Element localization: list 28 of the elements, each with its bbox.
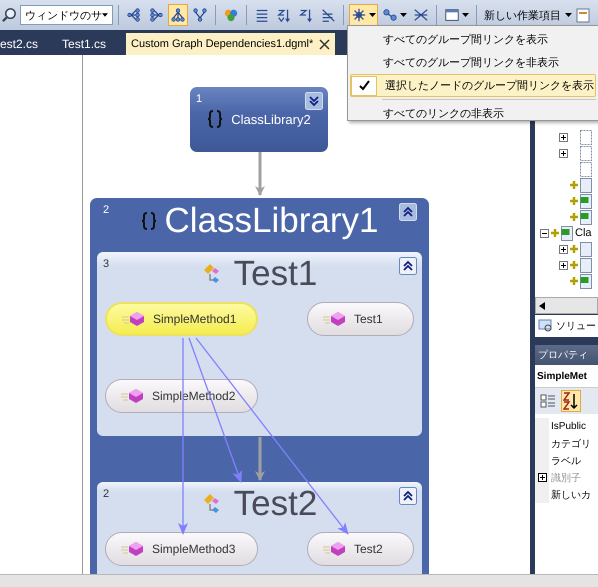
new-work-item-button[interactable]: 新しい作業項目 xyxy=(482,8,574,22)
menu-item[interactable]: すべてのグループ間リンクを非表示 xyxy=(350,51,596,74)
menu-item[interactable]: すべてのリンクの非表示 xyxy=(350,102,596,125)
class-library-node[interactable]: 1 ClassLibrary2 xyxy=(190,87,328,152)
zoom-combo[interactable]: ウィンドウのサ xyxy=(20,5,113,25)
tree-item[interactable]: Cla xyxy=(575,227,592,239)
document-tab[interactable]: est2.cs xyxy=(0,33,42,55)
node-number: 1 xyxy=(196,93,202,105)
object-selector[interactable]: SimpleMet xyxy=(535,365,598,388)
panel-title: プロパティ xyxy=(538,348,588,362)
group-number: 3 xyxy=(103,258,110,270)
menu-item[interactable]: すべてのグループ間リンクを表示 xyxy=(350,28,596,51)
group-number: 2 xyxy=(103,204,110,216)
property-name[interactable]: ラベル xyxy=(551,454,581,468)
class-group[interactable]: 2 Test2 SimpleMethod3 Test2 xyxy=(97,482,422,574)
group-title: Test1 xyxy=(234,254,318,294)
group-title: ClassLibrary1 xyxy=(164,201,378,241)
group-title: Test2 xyxy=(234,484,318,524)
document-tab[interactable]: Custom Graph Dependencies1.dgml* xyxy=(126,33,336,55)
document-tab[interactable]: Test1.cs xyxy=(58,33,110,55)
menu-item[interactable]: 選択したノードのグループ間リンクを表示 xyxy=(350,74,596,97)
solution-explorer-tab[interactable]: ソリュー xyxy=(535,315,598,337)
method-node[interactable]: Test1 xyxy=(307,302,414,336)
node-label: ClassLibrary2 xyxy=(231,112,311,126)
method-node[interactable]: Test2 xyxy=(307,532,414,566)
group-number: 2 xyxy=(103,488,110,500)
method-node[interactable]: SimpleMethod3 xyxy=(105,532,258,566)
method-node[interactable]: SimpleMethod1 xyxy=(105,302,258,336)
